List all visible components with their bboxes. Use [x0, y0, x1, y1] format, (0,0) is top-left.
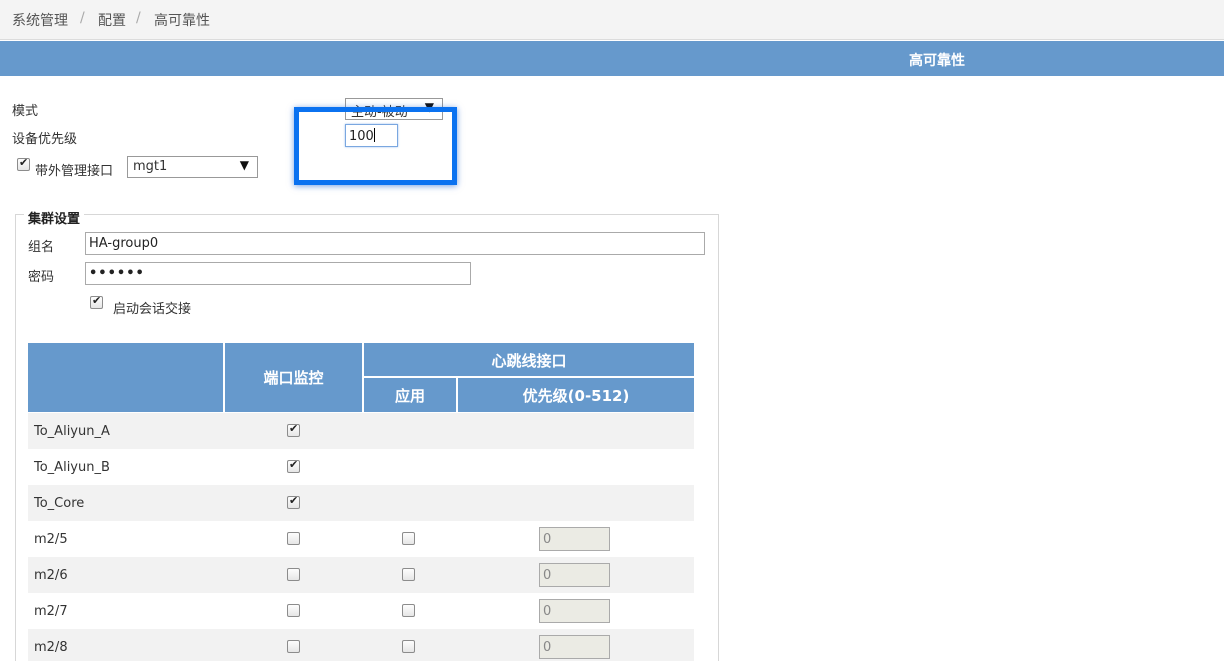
- oob-interface-select[interactable]: mgt1 ▼: [127, 156, 258, 178]
- mode-label: 模式: [12, 104, 39, 119]
- group-name-label: 组名: [28, 240, 55, 255]
- breadcrumb-separator: /: [136, 10, 141, 26]
- heartbeat-priority-value: 0: [543, 568, 552, 583]
- session-sync-checkbox[interactable]: [90, 294, 103, 309]
- group-name-input[interactable]: HA-group0: [85, 232, 705, 255]
- heartbeat-apply-checkbox[interactable]: [402, 604, 415, 617]
- row-interface-name: m2/5: [34, 532, 68, 547]
- table-row: To_Aliyun_A: [28, 413, 694, 449]
- port-monitor-checkbox[interactable]: [287, 568, 300, 581]
- port-monitor-checkbox[interactable]: [287, 458, 300, 473]
- table-header-interface: [28, 343, 223, 412]
- table-row: m2/7 0: [28, 593, 694, 629]
- heartbeat-apply-checkbox[interactable]: [402, 568, 415, 581]
- breadcrumb-item-system[interactable]: 系统管理: [12, 10, 68, 30]
- table-header-priority: 优先级(0-512): [458, 378, 694, 412]
- row-interface-name: m2/6: [34, 568, 68, 583]
- device-priority-label: 设备优先级: [12, 132, 78, 147]
- table-row: m2/6 0: [28, 557, 694, 593]
- group-name-value: HA-group0: [89, 236, 159, 251]
- heartbeat-apply-checkbox[interactable]: [402, 640, 415, 653]
- table-row: m2/5 0: [28, 521, 694, 557]
- title-bar: 高可靠性: [0, 41, 1224, 76]
- heartbeat-priority-value: 0: [543, 640, 552, 655]
- session-sync-label: 启动会话交接: [113, 302, 192, 317]
- page-title: 高可靠性: [909, 53, 965, 69]
- breadcrumb-item-config[interactable]: 配置: [98, 10, 126, 30]
- table-header-heartbeat: 心跳线接口: [364, 343, 694, 376]
- table-row: m2/8 0: [28, 629, 694, 661]
- breadcrumb-item-ha: 高可靠性: [154, 13, 210, 29]
- table-row: To_Aliyun_B: [28, 449, 694, 485]
- heartbeat-priority-value: 0: [543, 532, 552, 547]
- row-interface-name: m2/7: [34, 604, 68, 619]
- port-monitor-checkbox[interactable]: [287, 494, 300, 509]
- row-interface-name: m2/8: [34, 640, 68, 655]
- row-interface-name: To_Core: [34, 496, 85, 511]
- port-monitor-checkbox[interactable]: [287, 604, 300, 617]
- highlight-box: [294, 107, 457, 185]
- oob-checkbox[interactable]: [17, 156, 30, 171]
- port-monitor-checkbox[interactable]: [287, 422, 300, 437]
- chevron-down-icon: ▼: [239, 158, 249, 172]
- oob-label: 带外管理接口: [35, 164, 114, 179]
- port-monitor-checkbox[interactable]: [287, 640, 300, 653]
- password-value: ••••••: [89, 266, 145, 281]
- heartbeat-priority-input[interactable]: 0: [539, 635, 610, 659]
- breadcrumb-separator: /: [80, 10, 85, 26]
- breadcrumb: 系统管理 / 配置 / 高可靠性: [0, 0, 1224, 40]
- password-input[interactable]: ••••••: [85, 262, 471, 285]
- row-interface-name: To_Aliyun_B: [34, 460, 110, 475]
- table-header-port-monitor: 端口监控: [225, 343, 362, 412]
- heartbeat-priority-input[interactable]: 0: [539, 527, 610, 551]
- heartbeat-apply-checkbox[interactable]: [402, 532, 415, 545]
- row-interface-name: To_Aliyun_A: [34, 424, 110, 439]
- heartbeat-priority-input[interactable]: 0: [539, 563, 610, 587]
- oob-interface-value: mgt1: [133, 159, 168, 174]
- table-row: To_Core: [28, 485, 694, 521]
- password-label: 密码: [28, 270, 55, 285]
- cluster-settings-legend: 集群设置: [24, 208, 85, 227]
- table-header-apply: 应用: [364, 378, 456, 412]
- heartbeat-priority-value: 0: [543, 604, 552, 619]
- port-monitor-checkbox[interactable]: [287, 532, 300, 545]
- heartbeat-priority-input[interactable]: 0: [539, 599, 610, 623]
